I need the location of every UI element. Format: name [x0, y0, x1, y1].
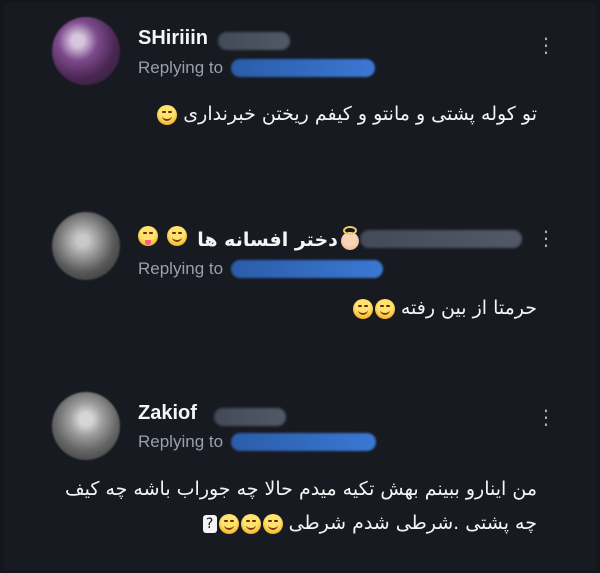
more-options-icon[interactable]: ⋮ — [536, 407, 556, 427]
username[interactable]: دختر افسانه ها — [138, 225, 364, 251]
comment-text: حرمتا از بین رفته — [352, 291, 537, 325]
emoji-group: ? — [201, 513, 283, 534]
username-text: دختر افسانه ها — [197, 229, 338, 251]
replying-to-row: Replying to — [138, 259, 384, 279]
grinning-face-with-sweat-icon — [240, 513, 261, 534]
replying-to-handle[interactable] — [231, 59, 376, 77]
comment-thread-screen: SHiriiin Replying to ⋮ تو کوله پشتی و ما… — [0, 0, 600, 573]
angel-icon — [335, 225, 364, 250]
blurred-handle — [214, 408, 286, 426]
blurred-handle — [360, 230, 522, 248]
replying-to-handle[interactable] — [231, 433, 377, 451]
replying-to-row: Replying to — [138, 432, 377, 452]
replying-to-row: Replying to — [138, 58, 376, 78]
grinning-face-with-sweat-icon — [157, 104, 178, 125]
avatar[interactable] — [52, 212, 120, 280]
grinning-face-with-sweat-icon — [218, 513, 239, 534]
emoji-group — [352, 298, 395, 319]
avatar[interactable] — [52, 17, 120, 85]
more-options-icon[interactable]: ⋮ — [536, 35, 556, 55]
username[interactable]: SHiriiin — [138, 27, 208, 50]
comment-text: تو کوله پشتی و مانتو و کیفم ریختن خبرندا… — [157, 97, 537, 131]
replacement-character-icon: ? — [202, 514, 217, 533]
comment-text: من اینارو ببینم بهش تکیه میدم حالا چه جو… — [65, 472, 537, 540]
comment-line-2: چه پشتی .شرطی شدم شرطی ? — [65, 506, 537, 540]
replying-to-label: Replying to — [138, 432, 224, 451]
zany-face-icon — [166, 226, 187, 246]
avatar[interactable] — [52, 392, 120, 460]
comment-line-1: من اینارو ببینم بهش تکیه میدم حالا چه جو… — [64, 478, 537, 500]
comment-line-2-text: چه پشتی .شرطی شدم شرطی — [288, 512, 537, 534]
username[interactable]: Zakiof — [138, 402, 197, 425]
grinning-face-with-sweat-icon — [262, 513, 283, 534]
comment-text-content: تو کوله پشتی و مانتو و کیفم ریختن خبرندا… — [183, 103, 537, 125]
more-options-icon[interactable]: ⋮ — [536, 228, 556, 248]
grinning-face-with-sweat-icon — [352, 298, 373, 319]
winking-tongue-icon — [138, 226, 158, 246]
grinning-face-with-sweat-icon — [374, 298, 395, 319]
replying-to-handle[interactable] — [231, 260, 384, 278]
comment-list-panel: SHiriiin Replying to ⋮ تو کوله پشتی و ما… — [4, 2, 596, 570]
replying-to-label: Replying to — [138, 259, 224, 278]
replying-to-label: Replying to — [138, 58, 224, 77]
comment-text-content: حرمتا از بین رفته — [400, 297, 537, 319]
blurred-handle — [218, 32, 290, 50]
emoji-group — [157, 104, 178, 125]
